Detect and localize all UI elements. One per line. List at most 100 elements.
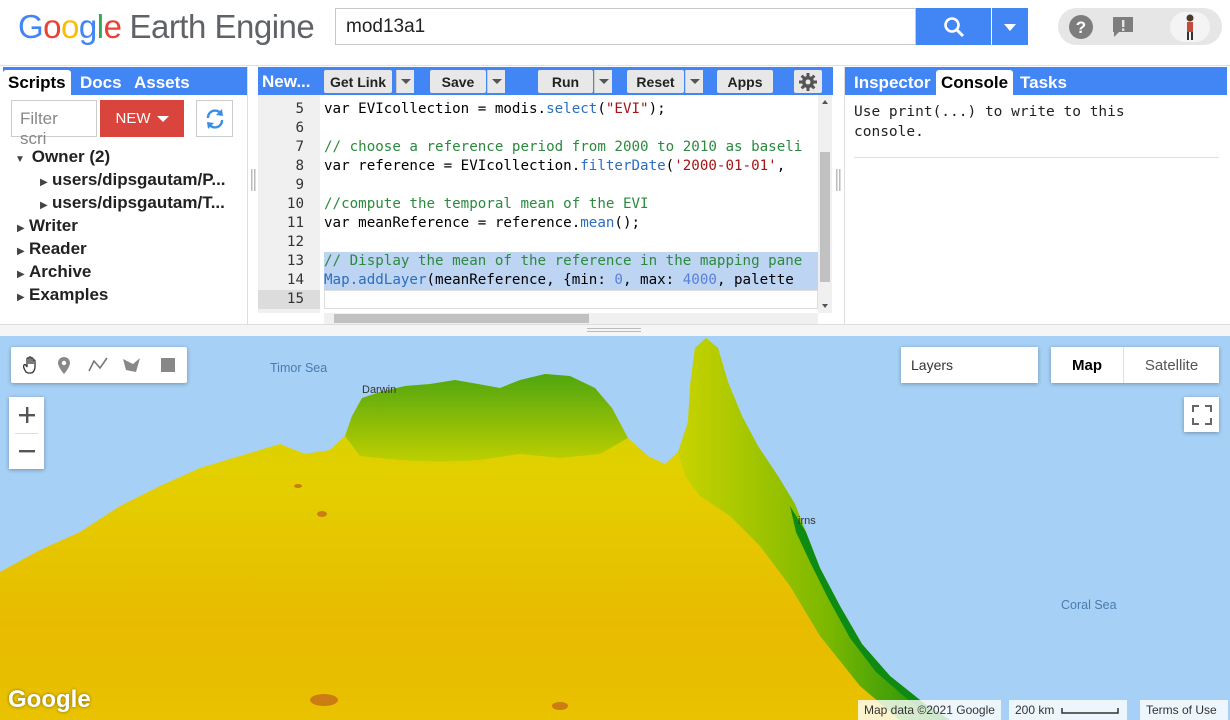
- collapsed-triangle-icon: ▶: [17, 269, 25, 280]
- tab-inspector[interactable]: Inspector: [849, 70, 936, 95]
- label-darwin: Darwin: [362, 384, 397, 396]
- terms-of-use-link[interactable]: Terms of Use: [1140, 700, 1228, 720]
- gear-icon: [799, 72, 817, 91]
- caret-down-icon: [400, 79, 411, 84]
- reset-button[interactable]: Reset: [627, 70, 684, 93]
- tab-assets[interactable]: Assets: [129, 70, 195, 95]
- feedback-button[interactable]: [1108, 12, 1138, 42]
- line-number: 14: [286, 272, 304, 288]
- label-cairns: irns: [798, 515, 816, 527]
- svg-text:?: ?: [1076, 18, 1086, 37]
- tree-repo-2[interactable]: ▶ users/dipsgautam/T...: [40, 193, 225, 213]
- tree-owner[interactable]: ▼ Owner (2): [15, 147, 110, 167]
- earth-engine-logo[interactable]: Google Earth Engine: [18, 8, 315, 46]
- line-tool-button[interactable]: [86, 353, 110, 377]
- save-button[interactable]: Save: [430, 70, 486, 93]
- pan-tool-button[interactable]: [18, 353, 42, 377]
- label-timor-sea: Timor Sea: [270, 361, 328, 375]
- line-number: 13: [286, 253, 304, 269]
- hand-icon: [22, 356, 36, 374]
- new-script-button[interactable]: NEW: [100, 100, 184, 137]
- marker-tool-button[interactable]: [52, 353, 76, 377]
- tab-scripts[interactable]: Scripts: [3, 70, 71, 95]
- line-number: 6: [295, 120, 304, 136]
- expanded-triangle-icon: ▼: [15, 154, 25, 165]
- collapsed-triangle-icon: ▶: [17, 246, 25, 257]
- help-icon: ?: [1069, 15, 1093, 39]
- code-line: // choose a reference period from 2000 t…: [324, 139, 803, 155]
- zoom-control: [9, 397, 44, 469]
- left-splitter[interactable]: [248, 67, 258, 324]
- polyline-icon: [88, 357, 108, 372]
- tab-docs[interactable]: Docs: [75, 70, 127, 95]
- help-button[interactable]: ?: [1066, 12, 1096, 42]
- right-splitter[interactable]: [833, 67, 843, 324]
- plus-icon: [18, 407, 35, 423]
- scroll-thumb[interactable]: [820, 152, 830, 282]
- tree-examples[interactable]: ▶ Examples: [17, 285, 108, 305]
- caret-down-icon: [156, 115, 169, 122]
- editor-vertical-scrollbar[interactable]: [818, 95, 832, 313]
- editor-horizontal-scrollbar[interactable]: [324, 313, 818, 324]
- line-number: 7: [295, 139, 304, 155]
- code-line-selected: Map.addLayer(meanReference, {min: 0, max…: [324, 271, 818, 290]
- filter-scripts-input[interactable]: Filter scri: [11, 100, 97, 148]
- map-scale[interactable]: 200 km: [1009, 700, 1127, 720]
- scripts-panel: Scripts Docs Assets Filter scri NEW ▼ Ow…: [3, 67, 248, 324]
- rectangle-tool-button[interactable]: [156, 353, 180, 377]
- map-type-satellite-button[interactable]: Satellite: [1124, 347, 1219, 383]
- code-line: var meanReference = reference.mean();: [324, 215, 641, 231]
- tab-tasks[interactable]: Tasks: [1015, 70, 1072, 95]
- get-link-dropdown[interactable]: [396, 70, 414, 93]
- reset-dropdown[interactable]: [685, 70, 703, 93]
- account-avatar[interactable]: [1168, 12, 1212, 42]
- map-type-map-button[interactable]: Map: [1051, 347, 1123, 383]
- line-number-gutter: 5 6 7 8 9 10 11 12 13 14 15: [258, 95, 320, 313]
- save-dropdown[interactable]: [487, 70, 505, 93]
- tree-reader[interactable]: ▶ Reader: [17, 239, 87, 259]
- tree-writer[interactable]: ▶ Writer: [17, 216, 78, 236]
- zoom-out-button[interactable]: [9, 433, 44, 469]
- zoom-in-button[interactable]: [9, 397, 44, 433]
- layers-control[interactable]: Layers: [901, 347, 1038, 383]
- product-name: Earth Engine: [129, 8, 315, 45]
- polygon-tool-button[interactable]: [120, 353, 144, 377]
- console-message: Use print(...) to write to this console.: [854, 104, 1125, 140]
- map-type-control: Map Satellite: [1051, 347, 1219, 383]
- get-link-button[interactable]: Get Link: [324, 70, 392, 93]
- fullscreen-button[interactable]: [1184, 397, 1219, 432]
- run-button[interactable]: Run: [538, 70, 593, 93]
- refresh-button[interactable]: [196, 100, 233, 137]
- line-number: 12: [286, 234, 304, 250]
- run-dropdown[interactable]: [594, 70, 612, 93]
- tab-console[interactable]: Console: [936, 70, 1014, 95]
- tree-archive[interactable]: ▶ Archive: [17, 262, 91, 282]
- search-options-button[interactable]: [992, 8, 1028, 45]
- evi-raster-layer: [0, 338, 950, 720]
- right-tabbar: Inspector Console Tasks: [845, 67, 1227, 95]
- tree-repo-1[interactable]: ▶ users/dipsgautam/P...: [40, 170, 226, 190]
- apps-button[interactable]: Apps: [717, 70, 773, 93]
- search-icon: [943, 16, 964, 37]
- scroll-down-icon: [822, 304, 828, 308]
- script-title[interactable]: New...: [262, 72, 311, 92]
- search-button[interactable]: [916, 8, 991, 45]
- line-number: 10: [286, 196, 304, 212]
- console-panel: Inspector Console Tasks Use print(...) t…: [844, 67, 1227, 324]
- collapsed-triangle-icon: ▶: [17, 223, 25, 234]
- settings-button[interactable]: [794, 70, 822, 93]
- map-pin-icon: [58, 357, 70, 374]
- rectangle-icon: [161, 358, 175, 372]
- map-view[interactable]: Timor Sea Darwin irns Coral Sea Layers M…: [0, 336, 1230, 720]
- map-attribution[interactable]: Map data ©2021 Google: [858, 700, 1001, 720]
- caret-down-icon: [491, 79, 502, 84]
- code-area[interactable]: var EVIcollection = modis.select("EVI");…: [324, 95, 818, 313]
- code-editor-panel: New... Get Link Save Run Reset Apps 5 6 …: [258, 67, 833, 324]
- scroll-thumb[interactable]: [334, 314, 589, 323]
- splitter-grip-icon: [587, 328, 641, 332]
- splitter-grip-icon: [251, 169, 256, 191]
- collapsed-triangle-icon: ▶: [40, 177, 48, 188]
- search-input[interactable]: mod13a1: [335, 8, 916, 45]
- google-watermark: Google: [8, 686, 91, 713]
- map-splitter[interactable]: [0, 324, 1230, 336]
